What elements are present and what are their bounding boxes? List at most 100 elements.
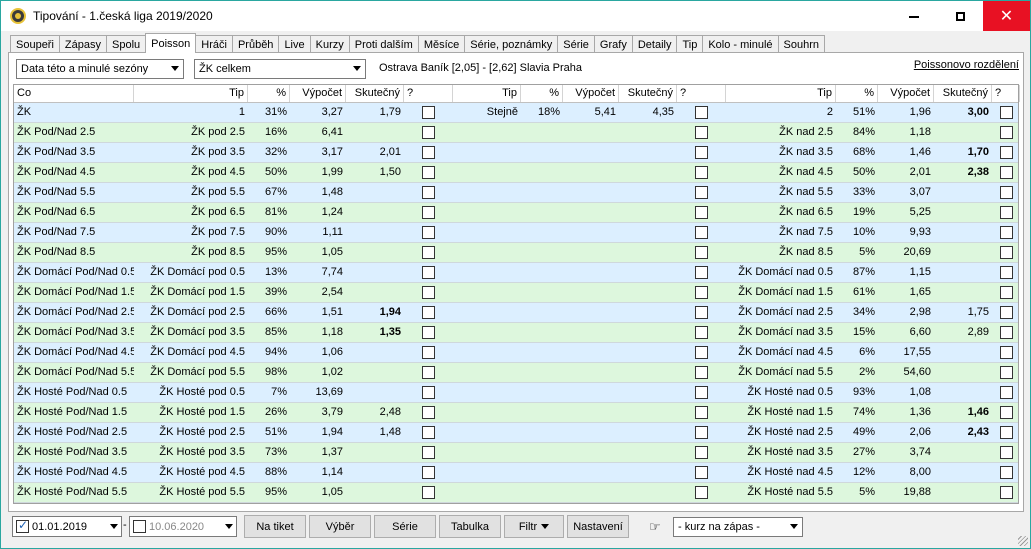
table-row[interactable]: ŽK 1 31% 3,27 1,79 Stejně 18% 5,41 4,35 2 51% 1,96 3… (14, 103, 1018, 123)
row-checkbox[interactable] (422, 206, 435, 219)
tab-soupeři[interactable]: Soupeři (10, 35, 60, 53)
row-checkbox[interactable] (422, 146, 435, 159)
column-header[interactable]: Výpočet (563, 85, 619, 102)
add-to-ticket-button[interactable]: Na tiket (244, 515, 306, 538)
row-checkbox[interactable] (422, 246, 435, 259)
row-checkbox[interactable] (695, 206, 708, 219)
row-checkbox[interactable] (695, 466, 708, 479)
row-checkbox[interactable] (695, 486, 708, 499)
tab-poisson[interactable]: Poisson (145, 33, 197, 53)
row-checkbox[interactable] (422, 466, 435, 479)
column-header[interactable]: Co (14, 85, 134, 102)
row-checkbox[interactable] (999, 306, 1013, 319)
table-row[interactable]: ŽK Pod/Nad 8.5 ŽK pod 8.5 95% 1,05 ŽK nad 8.… (14, 243, 1018, 263)
row-checkbox[interactable] (422, 106, 435, 119)
row-checkbox[interactable] (999, 266, 1013, 279)
date-to-picker[interactable]: 10.06.2020 (129, 516, 237, 537)
column-header[interactable]: Skutečný (619, 85, 677, 102)
table-row[interactable]: ŽK Domácí Pod/Nad 1.5 ŽK Domácí pod 1.5 39… (14, 283, 1018, 303)
settings-button[interactable]: Nastavení (567, 515, 629, 538)
tab-tip[interactable]: Tip (676, 35, 704, 53)
table-row[interactable]: ŽK Pod/Nad 5.5 ŽK pod 5.5 67% 1,48 ŽK nad 5.… (14, 183, 1018, 203)
table-row[interactable]: ŽK Hosté Pod/Nad 1.5 ŽK Hosté pod 1.5 26% 3… (14, 403, 1018, 423)
tab-grafy[interactable]: Grafy (593, 35, 633, 53)
table-row[interactable]: ŽK Domácí Pod/Nad 4.5 ŽK Domácí pod 4.5 94… (14, 343, 1018, 363)
table-row[interactable]: ŽK Hosté Pod/Nad 4.5 ŽK Hosté pod 4.5 88% 1… (14, 463, 1018, 483)
row-checkbox[interactable] (695, 226, 708, 239)
row-checkbox[interactable] (999, 146, 1013, 159)
row-checkbox[interactable] (695, 246, 708, 259)
row-checkbox[interactable] (999, 446, 1013, 459)
row-checkbox[interactable] (999, 426, 1013, 439)
column-header[interactable]: % (836, 85, 878, 102)
column-header[interactable]: ? (404, 85, 453, 102)
row-checkbox[interactable] (422, 286, 435, 299)
row-checkbox[interactable] (422, 446, 435, 459)
row-checkbox[interactable] (999, 346, 1013, 359)
table-row[interactable]: ŽK Pod/Nad 3.5 ŽK pod 3.5 32% 3,17 2,01 ŽK na… (14, 143, 1018, 163)
tab-kurzy[interactable]: Kurzy (309, 35, 350, 53)
table-row[interactable]: ŽK Hosté Pod/Nad 3.5 ŽK Hosté pod 3.5 73% 1… (14, 443, 1018, 463)
title-bar[interactable]: Tipování - 1.česká liga 2019/2020 ✕ (1, 1, 1030, 31)
column-header[interactable]: ? (992, 85, 1020, 102)
tab-měsíce[interactable]: Měsíce (417, 35, 466, 53)
table-row[interactable]: ŽK Hosté Pod/Nad 0.5 ŽK Hosté pod 0.5 7% 13… (14, 383, 1018, 403)
row-checkbox[interactable] (695, 406, 708, 419)
table-row[interactable]: ŽK Pod/Nad 2.5 ŽK pod 2.5 16% 6,41 ŽK nad 2.… (14, 123, 1018, 143)
row-checkbox[interactable] (422, 326, 435, 339)
tab-proti-dalším[interactable]: Proti dalším (348, 35, 419, 53)
season-select[interactable]: Data této a minulé sezóny (16, 59, 184, 79)
maximize-button[interactable] (937, 1, 983, 31)
table-row[interactable]: ŽK Domácí Pod/Nad 2.5 ŽK Domácí pod 2.5 66… (14, 303, 1018, 323)
row-checkbox[interactable] (999, 366, 1013, 379)
row-checkbox[interactable] (695, 326, 708, 339)
column-header[interactable]: % (248, 85, 290, 102)
table-row[interactable]: ŽK Domácí Pod/Nad 5.5 ŽK Domácí pod 5.5 98… (14, 363, 1018, 383)
tab-hráči[interactable]: Hráči (195, 35, 233, 53)
column-header[interactable]: Tip (453, 85, 521, 102)
resize-grip[interactable] (1018, 536, 1028, 546)
row-checkbox[interactable] (695, 106, 708, 119)
column-header[interactable]: Výpočet (878, 85, 934, 102)
table-row[interactable]: ŽK Hosté Pod/Nad 5.5 ŽK Hosté pod 5.5 95% 1… (14, 483, 1018, 503)
row-checkbox[interactable] (999, 286, 1013, 299)
row-checkbox[interactable] (999, 406, 1013, 419)
row-checkbox[interactable] (999, 486, 1013, 499)
column-header[interactable]: Tip (726, 85, 836, 102)
row-checkbox[interactable] (695, 126, 708, 139)
table-row[interactable]: ŽK Domácí Pod/Nad 3.5 ŽK Domácí pod 3.5 85… (14, 323, 1018, 343)
row-checkbox[interactable] (999, 166, 1013, 179)
row-checkbox[interactable] (999, 386, 1013, 399)
row-checkbox[interactable] (695, 446, 708, 459)
row-checkbox[interactable] (422, 486, 435, 499)
table-row[interactable]: ŽK Domácí Pod/Nad 0.5 ŽK Domácí pod 0.5 13… (14, 263, 1018, 283)
row-checkbox[interactable] (999, 466, 1013, 479)
row-checkbox[interactable] (422, 386, 435, 399)
table-row[interactable]: ŽK Hosté Pod/Nad 2.5 ŽK Hosté pod 2.5 51% 1… (14, 423, 1018, 443)
table-row[interactable]: ŽK Pod/Nad 6.5 ŽK pod 6.5 81% 1,24 ŽK nad 6.… (14, 203, 1018, 223)
tab-spolu[interactable]: Spolu (106, 35, 147, 53)
column-header[interactable]: Skutečný (346, 85, 404, 102)
poisson-distribution-link[interactable]: Poissonovo rozdělení (914, 59, 1019, 71)
row-checkbox[interactable] (422, 426, 435, 439)
tab-zápasy[interactable]: Zápasy (58, 35, 107, 53)
row-checkbox[interactable] (422, 306, 435, 319)
row-checkbox[interactable] (422, 406, 435, 419)
column-header[interactable]: Tip (134, 85, 248, 102)
row-checkbox[interactable] (422, 266, 435, 279)
row-checkbox[interactable] (999, 206, 1013, 219)
tab-série[interactable]: Série (557, 35, 595, 53)
row-checkbox[interactable] (695, 426, 708, 439)
row-checkbox[interactable] (695, 146, 708, 159)
card-type-select[interactable]: ŽK celkem (194, 59, 366, 79)
date-from-checkbox[interactable] (16, 518, 29, 533)
row-checkbox[interactable] (999, 186, 1013, 199)
column-header[interactable]: % (521, 85, 563, 102)
row-checkbox[interactable] (695, 386, 708, 399)
row-checkbox[interactable] (695, 186, 708, 199)
table-button[interactable]: Tabulka (439, 515, 501, 538)
row-checkbox[interactable] (695, 366, 708, 379)
date-from-picker[interactable]: 01.01.2019 (12, 516, 122, 537)
row-checkbox[interactable] (422, 166, 435, 179)
row-checkbox[interactable] (999, 106, 1013, 119)
